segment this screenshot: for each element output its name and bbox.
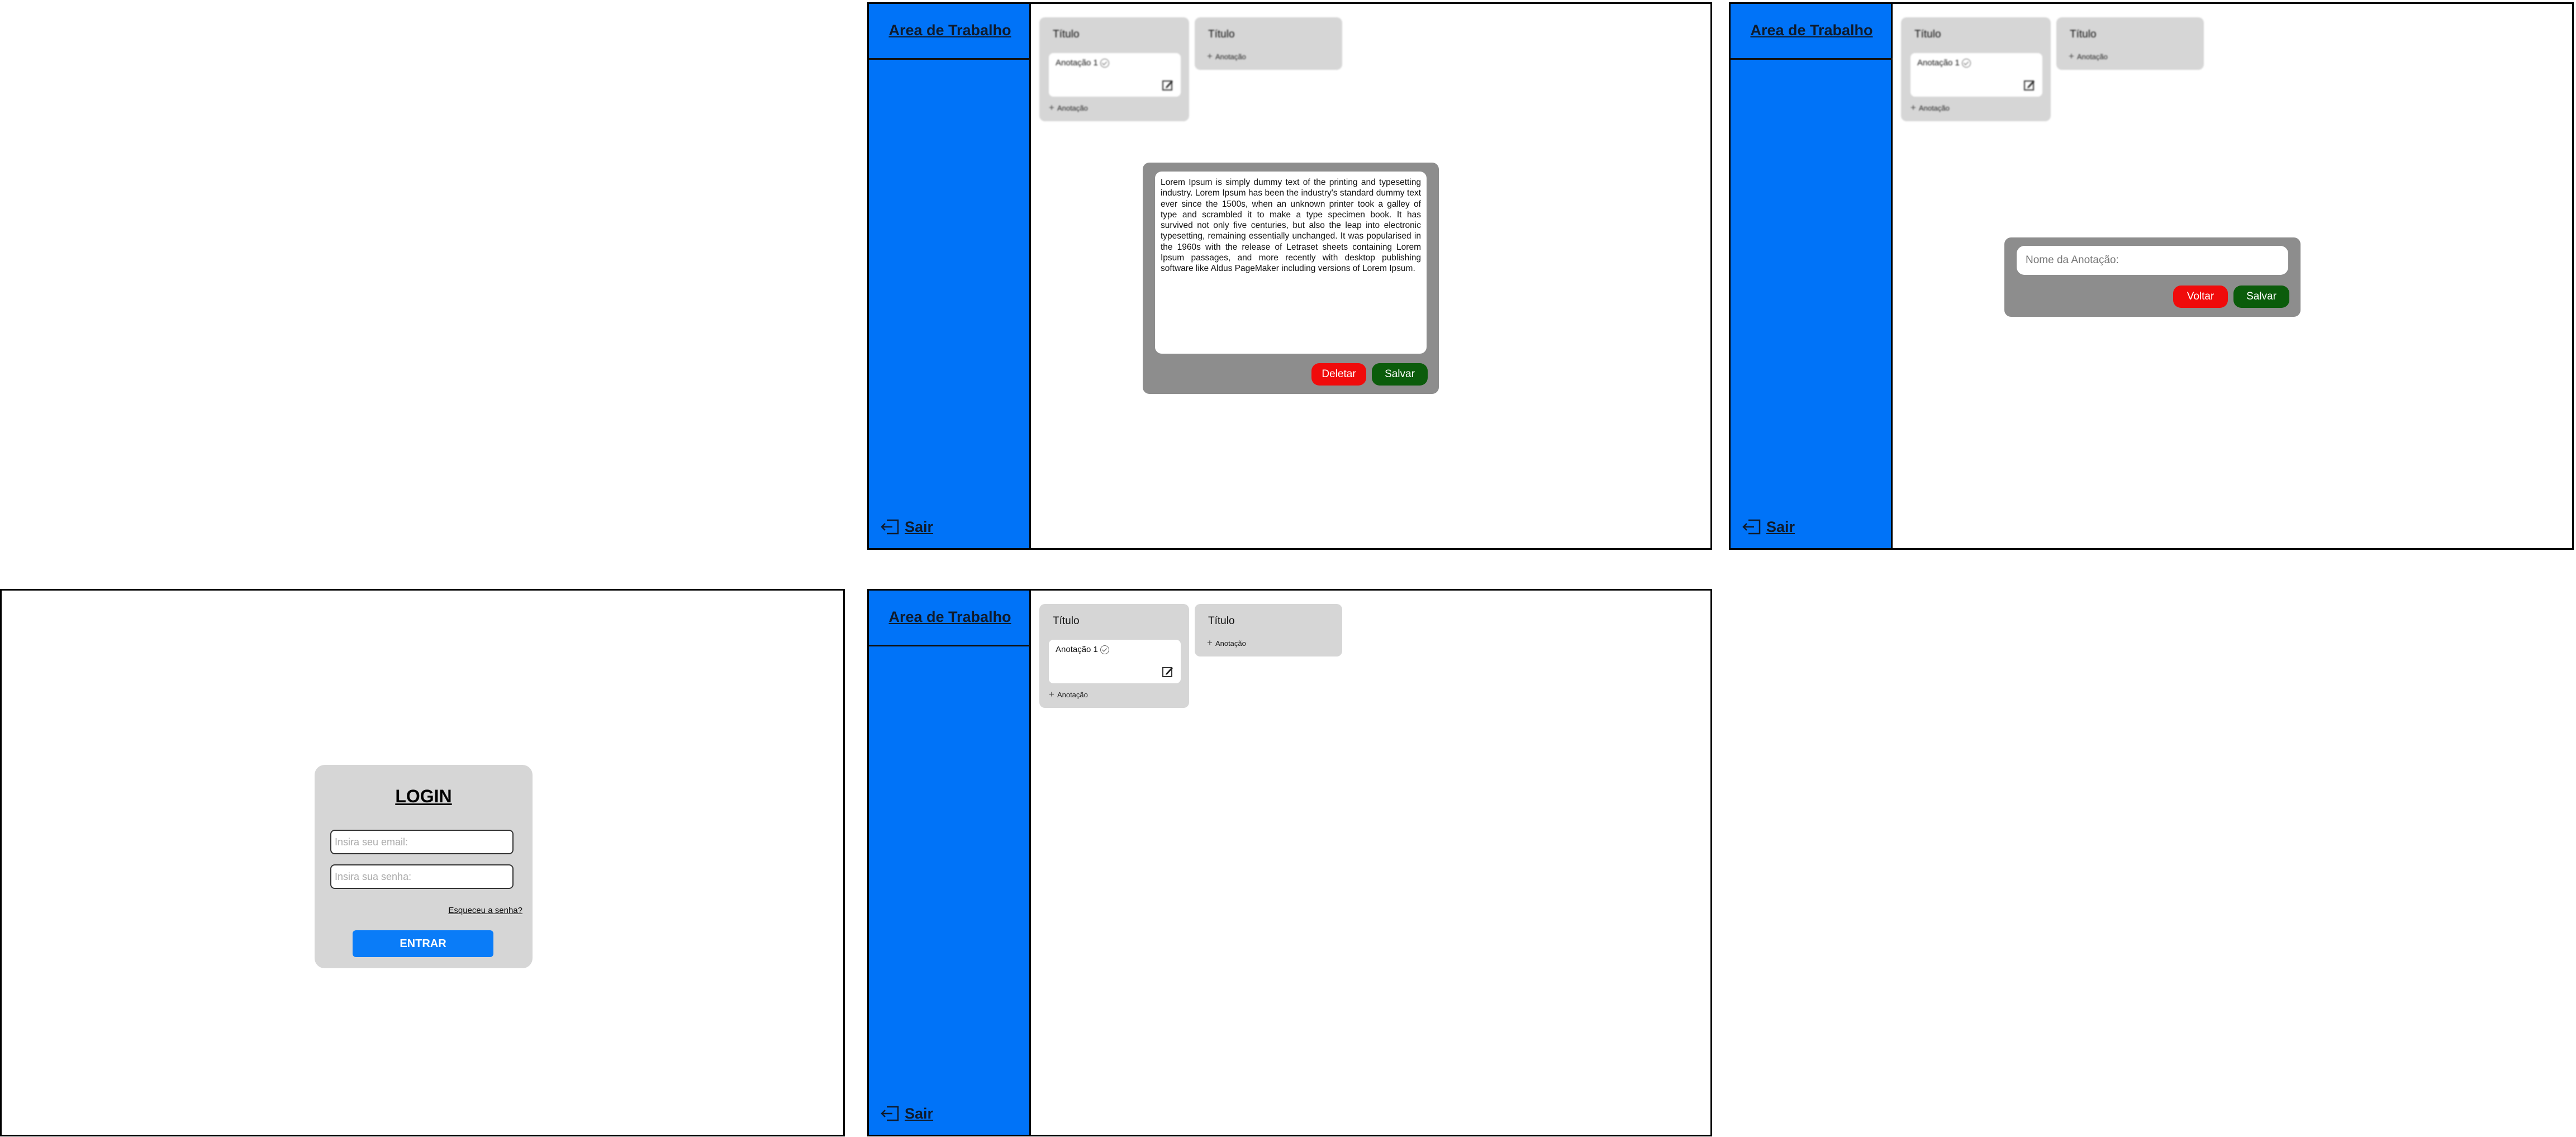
note-name-input[interactable] <box>2017 246 2288 275</box>
login-card: LOGIN Esqueceu a senha? ENTRAR <box>315 765 533 968</box>
sidebar: Area de Trabalho Sair <box>869 4 1031 548</box>
sidebar-divider <box>869 645 1031 646</box>
note-card[interactable]: Anotação 1 <box>1910 53 2042 97</box>
column-title[interactable]: Título <box>1053 28 1080 41</box>
note-detail-modal: Lorem Ipsum is simply dummy text of the … <box>1143 163 1439 394</box>
note-card[interactable]: Anotação 1 <box>1049 53 1181 97</box>
edit-icon[interactable] <box>2023 79 2036 91</box>
edit-icon[interactable] <box>1162 665 1174 678</box>
add-note-button[interactable]: + Anotação <box>1207 51 1246 62</box>
sidebar-title[interactable]: Area de Trabalho <box>869 22 1031 39</box>
note-text: Lorem Ipsum is simply dummy text of the … <box>1161 178 1421 274</box>
sidebar: Area de Trabalho Sair <box>1731 4 1893 548</box>
column: Título Anotação 1 + Anotação <box>1039 604 1189 708</box>
logout-button[interactable]: Sair <box>880 516 933 538</box>
column: Título Anotação 1 + Anotação <box>1039 17 1189 121</box>
email-field[interactable] <box>330 830 514 854</box>
logout-button[interactable]: Sair <box>1742 516 1795 538</box>
plus-icon: + <box>1049 102 1054 113</box>
logout-icon <box>881 1106 899 1121</box>
check-circle-icon[interactable] <box>1100 645 1109 654</box>
frame-login: LOGIN Esqueceu a senha? ENTRAR <box>0 589 845 1136</box>
note-card-text: Anotação 1 <box>1056 645 1109 654</box>
note-card[interactable]: Anotação 1 <box>1049 640 1181 683</box>
password-field[interactable] <box>330 864 514 889</box>
add-note-button[interactable]: + Anotação <box>1910 102 1950 113</box>
check-circle-icon[interactable] <box>1100 58 1109 68</box>
add-note-button[interactable]: + Anotação <box>1049 689 1088 700</box>
logout-button[interactable]: Sair <box>880 1102 933 1125</box>
column-title[interactable]: Título <box>2070 28 2097 41</box>
add-note-button[interactable]: + Anotação <box>1049 102 1088 113</box>
delete-button[interactable]: Deletar <box>1311 363 1366 386</box>
plus-icon: + <box>2069 51 2074 61</box>
plus-icon: + <box>1207 51 1213 61</box>
logout-label: Sair <box>905 518 934 535</box>
save-button[interactable]: Salvar <box>2233 286 2289 308</box>
plus-icon: + <box>1049 689 1054 700</box>
plus-icon: + <box>1207 638 1213 648</box>
column-title[interactable]: Título <box>1914 28 1941 41</box>
note-card-text: Anotação 1 <box>1056 58 1109 68</box>
frame-note-detail: Area de Trabalho Sair Título Anotação 1 … <box>867 2 1712 550</box>
note-card-text: Anotação 1 <box>1917 58 1971 68</box>
new-note-modal: Voltar Salvar <box>2004 237 2301 317</box>
column: Título + Anotação <box>2056 17 2204 70</box>
sidebar-title[interactable]: Area de Trabalho <box>869 608 1031 626</box>
add-note-button[interactable]: + Anotação <box>1207 638 1246 649</box>
board: Título Anotação 1 + Anotação Título + Anot… <box>1031 591 1710 1135</box>
frame-new-note: Area de Trabalho Sair Título Anotação 1 … <box>1729 2 2574 550</box>
logout-label: Sair <box>905 1105 934 1122</box>
column: Título + Anotação <box>1195 604 1342 656</box>
check-circle-icon[interactable] <box>1961 58 1971 68</box>
sidebar: Area de Trabalho Sair <box>869 591 1031 1135</box>
login-title: LOGIN <box>395 786 452 806</box>
column-title[interactable]: Título <box>1208 28 1235 41</box>
column: Título Anotação 1 + Anotação <box>1901 17 2051 121</box>
sidebar-divider <box>869 58 1031 60</box>
back-button[interactable]: Voltar <box>2173 286 2228 308</box>
column-title[interactable]: Título <box>1208 615 1235 627</box>
add-note-button[interactable]: + Anotação <box>2069 51 2108 62</box>
logout-icon <box>881 519 899 535</box>
forgot-password-link[interactable]: Esqueceu a senha? <box>448 906 522 915</box>
column: Título + Anotação <box>1195 17 1342 70</box>
sidebar-divider <box>1731 58 1893 60</box>
note-text-area[interactable]: Lorem Ipsum is simply dummy text of the … <box>1155 172 1427 354</box>
plus-icon: + <box>1910 102 1916 113</box>
frame-workspace: Area de Trabalho Sair Título Anotação 1 … <box>867 589 1712 1136</box>
sidebar-title[interactable]: Area de Trabalho <box>1731 22 1893 39</box>
column-title[interactable]: Título <box>1053 615 1080 627</box>
save-button[interactable]: Salvar <box>1372 363 1428 386</box>
edit-icon[interactable] <box>1162 79 1174 91</box>
logout-icon <box>1742 519 1761 535</box>
login-button[interactable]: ENTRAR <box>353 930 493 957</box>
logout-label: Sair <box>1766 518 1795 535</box>
